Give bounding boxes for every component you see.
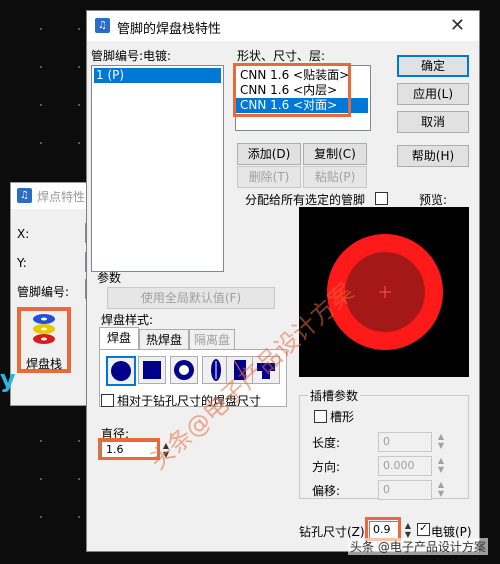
side-fragment-text: y (0, 365, 16, 393)
shape-list-highlight (233, 63, 351, 117)
delete-button[interactable]: 删除(T) (237, 166, 301, 188)
pad-stack-icon (33, 314, 55, 344)
pad-stack-label: 焊盘栈 (25, 357, 62, 371)
background-dialog-title: 焊点特性 (37, 190, 86, 204)
copy-button[interactable]: 复制(C) (303, 143, 367, 165)
tab-thermal[interactable]: 热焊盘 (139, 329, 189, 350)
length-input[interactable]: 0 (378, 432, 432, 452)
slot-title: 插槽参数 (308, 387, 361, 404)
assign-all-label: 分配给所有选定的管脚 (245, 193, 366, 207)
slot-checkbox[interactable] (314, 410, 327, 423)
use-default-button[interactable]: 使用全局默认值(F) (107, 287, 275, 309)
shape-annulus-button[interactable] (170, 356, 198, 384)
app-icon: ♫ (95, 18, 110, 33)
direction-input[interactable]: 0.000 (378, 456, 432, 476)
offset-input[interactable]: 0 (378, 480, 432, 500)
slot-group: 插槽参数 槽形 长度: 0 ▲ ▼ 方向: 0.000 ▲ ▼ 偏移: 0 ▲ ▼ (299, 387, 469, 500)
x-label: X: (17, 227, 30, 241)
pad-stack-dialog: ♫ 管脚的焊盘栈特性 ✕ 管脚编号:电镀: 1 (P) 形状、尺寸、层: CNN… (86, 10, 480, 552)
pin-number-label: 管脚编号: (17, 285, 70, 299)
footer-watermark: 头条 @电子产品设计方案 (348, 538, 488, 555)
shape-list-header: 形状、尺寸、层: (237, 49, 326, 63)
length-spinner[interactable]: ▲ ▼ (436, 432, 446, 450)
pad-style-label: 焊盘样式: (101, 313, 154, 327)
cancel-button[interactable]: 取消 (397, 111, 469, 133)
length-label: 长度: (312, 436, 341, 450)
shape-round-button[interactable] (106, 356, 136, 386)
paste-button[interactable]: 粘贴(P) (303, 166, 367, 188)
app-icon: ♫ (17, 188, 32, 203)
drill-size-spinner[interactable]: ▲ ▼ (403, 521, 413, 539)
ok-button[interactable]: 确定 (397, 55, 469, 77)
dialog-title: 管脚的焊盘栈特性 (117, 22, 222, 37)
shape-square-button[interactable] (138, 356, 166, 384)
round-shape-icon (111, 361, 131, 381)
pad-stack-button[interactable]: 焊盘栈 (17, 307, 71, 373)
close-icon[interactable]: ✕ (450, 15, 465, 36)
offset-spinner[interactable]: ▲ ▼ (436, 480, 446, 498)
apply-button[interactable]: 应用(L) (397, 83, 469, 105)
params-label: 参数 (97, 271, 122, 285)
offset-label: 偏移: (312, 484, 341, 498)
pin-list-item[interactable]: 1 (P) (94, 68, 221, 83)
add-button[interactable]: 添加(D) (237, 143, 301, 165)
pin-list[interactable]: 1 (P) (91, 65, 224, 272)
tab-antipad[interactable]: 隔离盘 (189, 329, 235, 350)
y-label: Y: (17, 256, 27, 270)
annulus-shape-icon (174, 360, 194, 380)
background-dialog-titlebar: ♫ 焊点特性 (11, 183, 93, 209)
relative-size-checkbox[interactable] (101, 394, 114, 407)
dialog-titlebar: ♫ 管脚的焊盘栈特性 ✕ (87, 11, 479, 41)
direction-spinner[interactable]: ▲ ▼ (436, 456, 446, 474)
assign-all-checkbox[interactable] (375, 192, 388, 205)
background-dialog: ♫ 焊点特性 X: Y: 管脚编号: 焊盘栈 (10, 182, 94, 406)
direction-label: 方向: (312, 460, 341, 474)
square-shape-icon (143, 361, 161, 379)
pin-list-header: 管脚编号:电镀: (91, 49, 172, 63)
help-button[interactable]: 帮助(H) (397, 145, 469, 167)
slot-label: 槽形 (330, 410, 355, 424)
tab-pad[interactable]: 焊盘 (99, 327, 139, 349)
plated-checkbox[interactable]: ✓ (417, 523, 430, 536)
preview-label: 预览: (419, 193, 448, 207)
